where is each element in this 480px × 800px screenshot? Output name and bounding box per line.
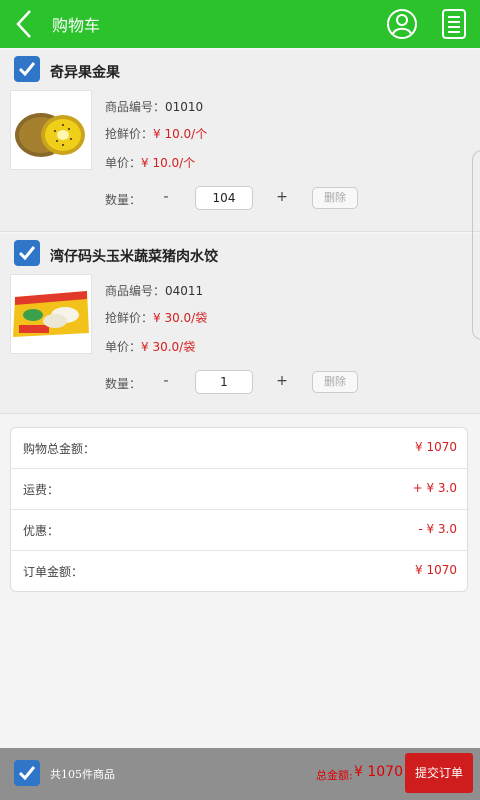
unit-price: 单价：¥ 10.0/个	[105, 156, 196, 170]
quantity-input[interactable]: 1	[195, 370, 253, 394]
order-summary: 购物总金额： ¥ 1070 运费： + ¥ 3.0 优惠： - ¥ 3.0 订单…	[10, 427, 468, 592]
item-count: 共105件商品	[50, 768, 115, 781]
delete-button[interactable]: 删除	[312, 371, 358, 393]
cart-item: 奇异果金果 商品编号：01010 抢鲜价：¥ 10.0/个 单价：¥ 10.0/…	[0, 50, 480, 232]
decrease-button[interactable]: -	[160, 189, 172, 205]
submit-order-button[interactable]: 提交订单	[405, 753, 473, 793]
delete-button[interactable]: 删除	[312, 187, 358, 209]
product-code: 商品编号：04011	[105, 284, 204, 298]
cart-item: 湾仔码头玉米蔬菜猪肉水饺 商品编号：04011 抢鲜价：¥ 30.0/袋 单价：…	[0, 234, 480, 414]
checkmark-icon	[18, 246, 36, 261]
back-chevron-icon[interactable]	[8, 8, 40, 40]
kiwi-image[interactable]	[10, 90, 92, 170]
quantity-label: 数量：	[105, 377, 142, 391]
total-amount: ¥ 1070	[354, 764, 403, 780]
summary-row-shipping: 运费： + ¥ 3.0	[11, 469, 467, 510]
select-all-checkbox[interactable]	[14, 760, 40, 786]
decrease-button[interactable]: -	[160, 373, 172, 389]
summary-row-order: 订单金额： ¥ 1070	[23, 563, 457, 579]
scroll-indicator[interactable]	[472, 150, 480, 340]
summary-row-total: 购物总金额： ¥ 1070	[11, 428, 467, 469]
item-checkbox[interactable]	[14, 56, 40, 82]
checkmark-icon	[18, 62, 36, 77]
summary-row-discount: 优惠： - ¥ 3.0	[11, 510, 467, 551]
item-name: 湾仔码头玉米蔬菜猪肉水饺	[50, 249, 218, 265]
item-checkbox[interactable]	[14, 240, 40, 266]
sale-price: 抢鲜价：¥ 30.0/袋	[105, 311, 208, 325]
increase-button[interactable]: +	[276, 189, 288, 205]
sale-price: 抢鲜价：¥ 10.0/个	[105, 127, 208, 141]
checkmark-icon	[18, 766, 36, 781]
user-icon[interactable]	[386, 8, 418, 40]
checkout-bar: 共105件商品 总金额: ¥ 1070 提交订单	[0, 748, 480, 800]
product-code: 商品编号：01010	[105, 100, 204, 114]
item-name: 奇异果金果	[50, 65, 120, 81]
quantity-label: 数量：	[105, 193, 142, 207]
unit-price: 单价：¥ 30.0/袋	[105, 340, 196, 354]
quantity-input[interactable]: 104	[195, 186, 253, 210]
total-label: 总金额:	[316, 769, 353, 782]
dumpling-package-image[interactable]	[10, 274, 92, 354]
list-icon[interactable]	[440, 8, 468, 40]
page-title: 购物车	[52, 16, 101, 35]
top-bar: 购物车	[0, 0, 480, 48]
increase-button[interactable]: +	[276, 373, 288, 389]
